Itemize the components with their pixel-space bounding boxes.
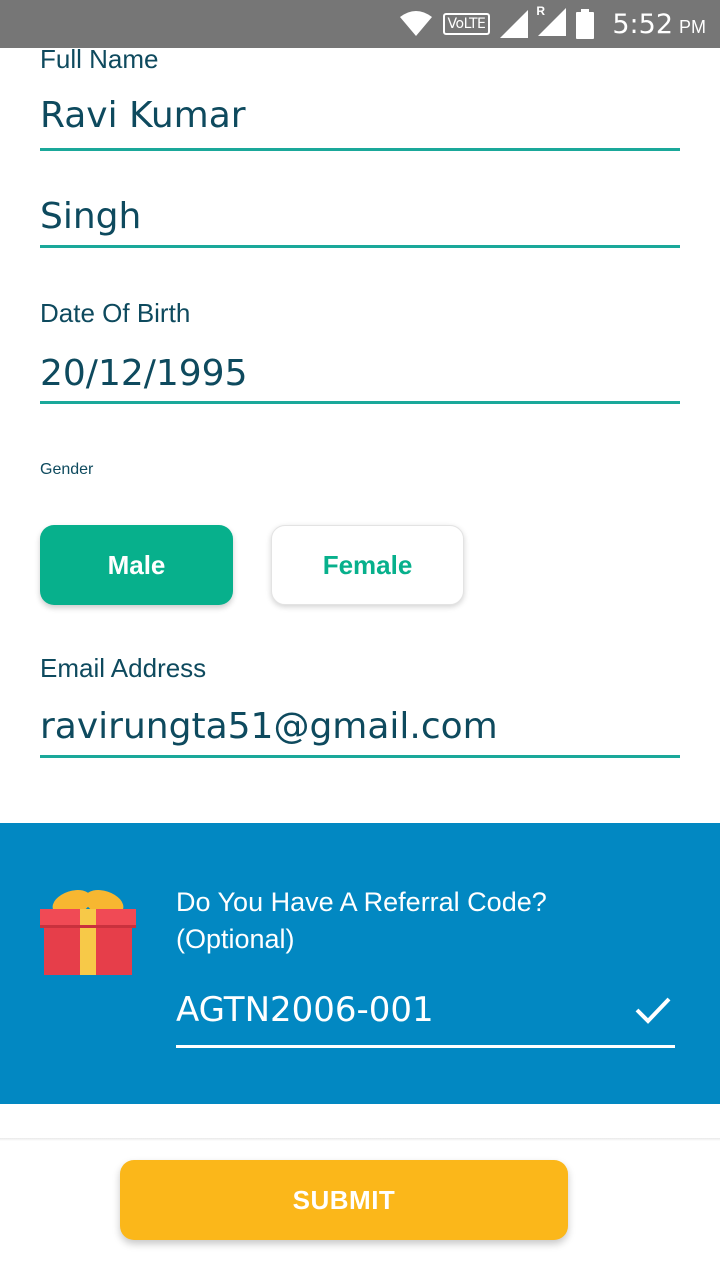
- full-name-field[interactable]: Full Name Ravi Kumar: [40, 44, 680, 151]
- email-field[interactable]: Email Address ravirungta51@gmail.com: [40, 653, 680, 758]
- referral-question-text: Do You Have A Referral Code?: [176, 887, 547, 917]
- clock: 5:52 PM: [604, 9, 706, 40]
- battery-icon: [576, 9, 595, 39]
- referral-code-input[interactable]: AGTN2006-001: [176, 990, 675, 1030]
- gift-icon: [40, 890, 136, 975]
- referral-question: Do You Have A Referral Code? (Optional): [176, 884, 646, 958]
- referral-code-underline: [176, 1045, 675, 1048]
- last-name-underline: [40, 245, 680, 248]
- status-bar: VoLTE R 5:52 PM: [0, 0, 720, 48]
- referral-optional-text: (Optional): [176, 924, 295, 954]
- last-name-input[interactable]: Singh: [40, 196, 680, 237]
- roaming-signal-icon: R: [536, 4, 567, 41]
- bottom-divider: [0, 1138, 720, 1141]
- signal-icon: [500, 10, 529, 38]
- email-input[interactable]: ravirungta51@gmail.com: [40, 706, 680, 747]
- status-icons: VoLTE R 5:52 PM: [399, 0, 706, 48]
- clock-ampm: PM: [679, 16, 706, 37]
- clock-time: 5:52: [612, 8, 673, 40]
- dob-label: Date Of Birth: [40, 298, 191, 328]
- gender-male-button[interactable]: Male: [40, 525, 233, 605]
- checkmark-icon: [635, 997, 671, 1024]
- referral-section: [0, 823, 720, 1104]
- volte-icon: VoLTE: [442, 13, 491, 35]
- dob-underline: [40, 401, 680, 404]
- gender-label: Gender: [40, 461, 94, 478]
- full-name-label: Full Name: [40, 44, 159, 74]
- email-label: Email Address: [40, 653, 207, 683]
- dob-field[interactable]: Date Of Birth 20/12/1995: [40, 298, 680, 404]
- email-underline: [40, 755, 680, 758]
- wifi-icon: [399, 11, 432, 36]
- full-name-input[interactable]: Ravi Kumar: [40, 95, 680, 136]
- submit-button[interactable]: SUBMIT: [120, 1160, 568, 1240]
- gender-female-button[interactable]: Female: [271, 525, 464, 605]
- referral-code-field[interactable]: AGTN2006-001: [176, 990, 675, 1048]
- dob-input[interactable]: 20/12/1995: [40, 353, 680, 394]
- last-name-field[interactable]: Singh: [40, 196, 680, 248]
- full-name-underline: [40, 148, 680, 151]
- roaming-indicator: R: [536, 3, 546, 18]
